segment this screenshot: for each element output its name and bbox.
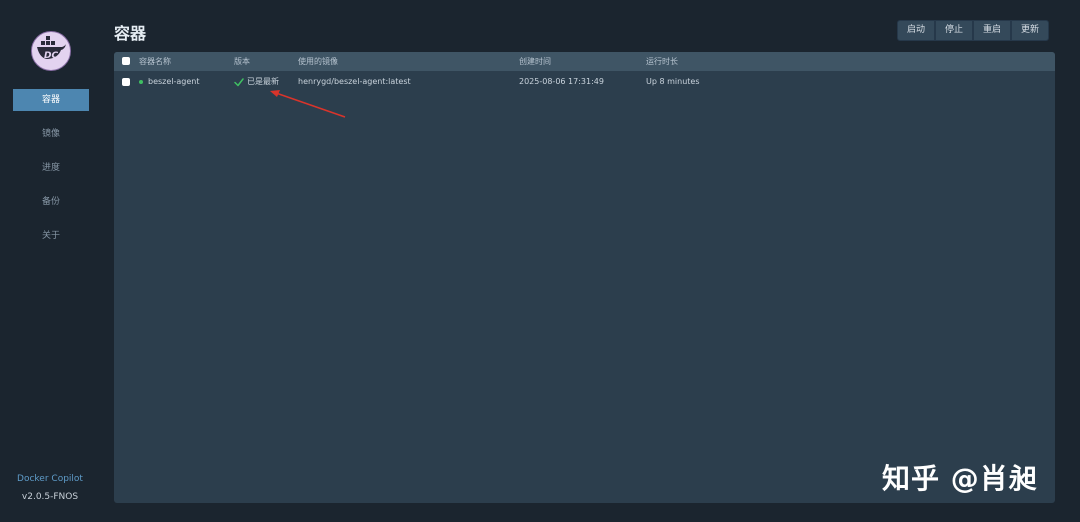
- created-time: 2025-08-06 17:31:49: [519, 77, 604, 86]
- sidebar-item-label: 镜像: [41, 129, 60, 139]
- annotation-arrow-icon: [270, 90, 346, 118]
- sidebar-item-backup[interactable]: 备份: [13, 191, 89, 213]
- action-toolbar: 启动 停止 重启 更新: [897, 20, 1050, 41]
- column-header-uptime[interactable]: 运行时长: [646, 52, 678, 71]
- sidebar-item-containers[interactable]: 容器: [13, 89, 89, 111]
- uptime: Up 8 minutes: [646, 77, 700, 86]
- containers-table: 容器名称 版本 使用的镜像 创建时间 运行时长 beszel-agent 已是最…: [114, 52, 1055, 503]
- sidebar-item-label: 进度: [41, 163, 60, 173]
- sidebar-item-progress[interactable]: 进度: [13, 157, 89, 179]
- restart-button[interactable]: 重启: [973, 20, 1012, 41]
- page-title: 容器: [114, 24, 147, 43]
- sidebar-item-label: 备份: [41, 197, 60, 207]
- sidebar-item-label: 关于: [41, 231, 60, 241]
- stop-button[interactable]: 停止: [935, 20, 974, 41]
- svg-text:DC: DC: [44, 51, 58, 61]
- sidebar-item-label: 容器: [41, 95, 60, 105]
- watermark: 知乎 @肖昶: [882, 462, 1038, 495]
- start-button[interactable]: 启动: [897, 20, 936, 41]
- update-button[interactable]: 更新: [1011, 20, 1050, 41]
- sidebar-item-images[interactable]: 镜像: [13, 123, 89, 145]
- column-header-created[interactable]: 创建时间: [519, 52, 551, 71]
- docker-copilot-logo-icon: DC: [31, 31, 71, 71]
- sidebar: DC 容器 镜像 进度 备份 关于 Docker Copilot v2.0.5-…: [0, 0, 100, 522]
- app-version: v2.0.5-FNOS: [21, 492, 79, 502]
- sidebar-item-about[interactable]: 关于: [13, 225, 89, 247]
- app-name: Docker Copilot: [17, 474, 83, 484]
